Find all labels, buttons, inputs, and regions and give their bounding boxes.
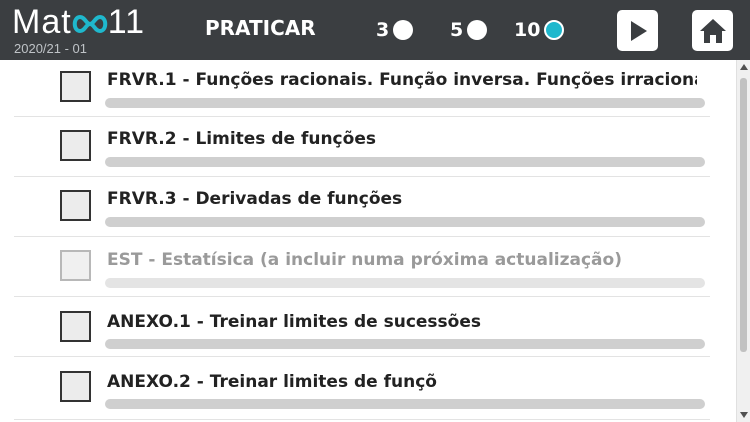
topic-checkbox[interactable] bbox=[60, 311, 91, 342]
question-count-3[interactable]: 3 bbox=[376, 17, 414, 43]
topic-label: FRVR.3 - Derivadas de funções bbox=[107, 189, 403, 209]
vertical-scrollbar[interactable] bbox=[736, 60, 750, 422]
scrollbar-thumb[interactable] bbox=[740, 78, 747, 352]
topic-label: ANEXO.2 - Treinar limites de funções bbox=[107, 372, 437, 392]
question-count-5[interactable]: 5 bbox=[450, 17, 488, 43]
topic-row[interactable]: FRVR.1 - Funções racionais. Função inver… bbox=[14, 60, 710, 117]
topic-progress-bar bbox=[105, 98, 705, 108]
topic-label: ANEXO.1 - Treinar limites de sucessões bbox=[107, 312, 481, 332]
question-count-10[interactable]: 10 bbox=[514, 17, 565, 43]
mode-title: PRATICAR bbox=[205, 16, 316, 40]
topic-row-disabled: EST - Estatísica (a incluir numa próxima… bbox=[14, 237, 710, 297]
topic-progress-bar bbox=[105, 399, 705, 409]
question-count-label: 10 bbox=[514, 19, 541, 41]
logo-text-right: 11 bbox=[107, 3, 145, 41]
topic-row[interactable]: FRVR.3 - Derivadas de funções bbox=[14, 177, 710, 237]
topic-label: FRVR.2 - Limites de funções bbox=[107, 129, 376, 149]
play-icon bbox=[630, 20, 647, 41]
topic-label: EST - Estatísica (a incluir numa próxima… bbox=[107, 250, 622, 270]
topic-checkbox[interactable] bbox=[60, 371, 91, 402]
question-count-label: 3 bbox=[376, 19, 390, 41]
version-label: 2020/21 - 01 bbox=[14, 41, 88, 56]
topic-checkbox[interactable] bbox=[60, 130, 91, 161]
radio-dot[interactable] bbox=[393, 20, 414, 40]
topic-list[interactable]: FRVR.1 - Funções racionais. Função inver… bbox=[0, 60, 736, 422]
topic-checkbox[interactable] bbox=[60, 71, 91, 102]
question-count-label: 5 bbox=[450, 19, 464, 41]
home-icon bbox=[699, 18, 726, 43]
scroll-down-arrow[interactable] bbox=[737, 408, 750, 422]
topic-row[interactable]: ANEXO.1 - Treinar limites de sucessões bbox=[14, 297, 710, 357]
topic-checkbox bbox=[60, 250, 91, 281]
topic-checkbox[interactable] bbox=[60, 190, 91, 221]
caret-down-icon bbox=[740, 412, 748, 418]
play-button[interactable] bbox=[617, 10, 658, 51]
topic-row[interactable]: ANEXO.2 - Treinar limites de funções bbox=[14, 357, 710, 420]
infinity-icon bbox=[72, 15, 107, 34]
topic-progress-bar bbox=[105, 157, 705, 167]
top-bar: Mat 11 2020/21 - 01 PRATICAR 3 5 10 bbox=[0, 0, 750, 60]
caret-up-icon bbox=[740, 64, 748, 70]
home-button[interactable] bbox=[692, 10, 733, 51]
topic-row[interactable]: FRVR.2 - Limites de funções bbox=[14, 117, 710, 177]
radio-dot[interactable] bbox=[467, 20, 488, 40]
topic-label: FRVR.1 - Funções racionais. Função inver… bbox=[107, 70, 697, 90]
app-logo: Mat 11 bbox=[12, 2, 145, 42]
topic-progress-bar bbox=[105, 217, 705, 227]
topic-progress-bar bbox=[105, 278, 705, 288]
radio-dot-selected[interactable] bbox=[544, 20, 565, 40]
topic-progress-bar bbox=[105, 339, 705, 349]
logo-text-left: Mat bbox=[12, 3, 72, 41]
scroll-up-arrow[interactable] bbox=[737, 60, 750, 74]
